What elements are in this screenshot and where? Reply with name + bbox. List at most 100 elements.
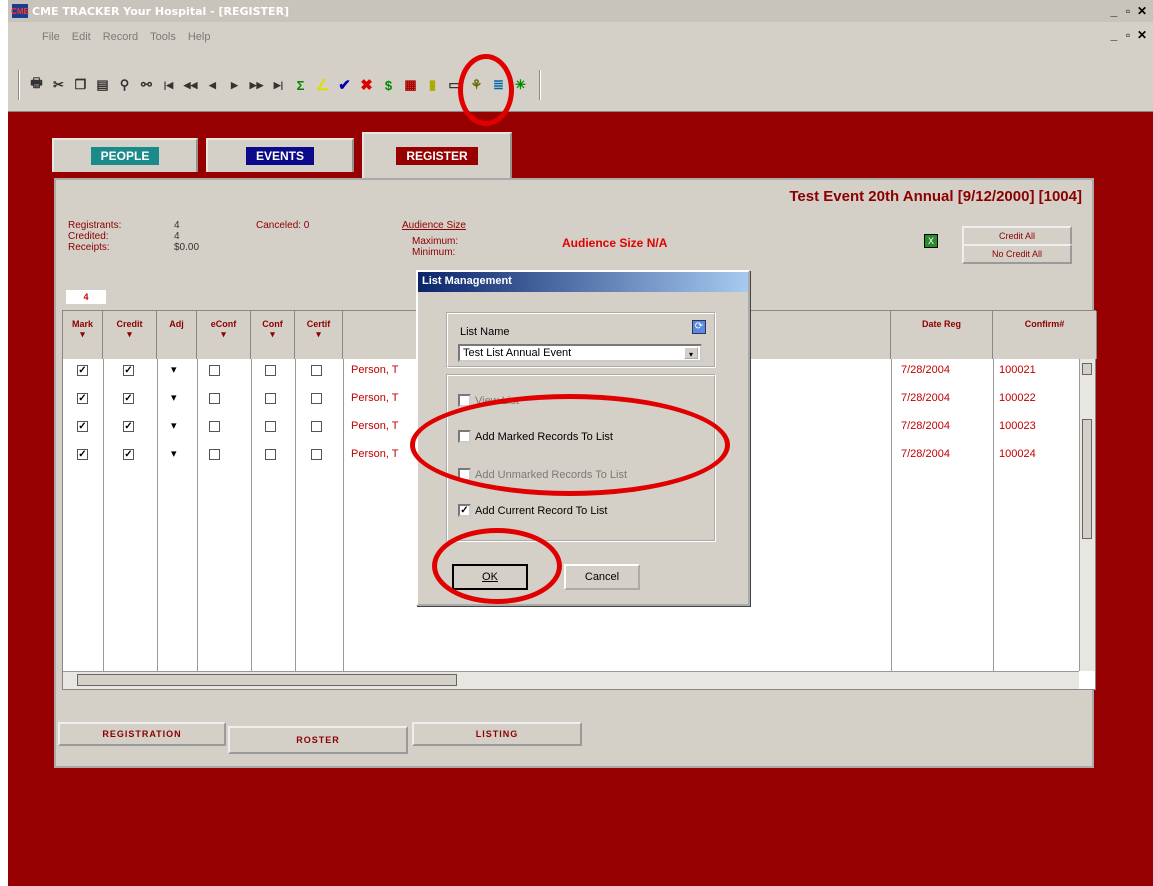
col-confirm[interactable]: Confirm# xyxy=(993,311,1097,359)
excel-icon[interactable]: X xyxy=(924,234,938,248)
menu-help[interactable]: Help xyxy=(188,31,211,43)
econf-checkbox[interactable] xyxy=(209,393,220,404)
vertical-scrollbar[interactable] xyxy=(1079,359,1095,671)
credit-checkbox[interactable]: ✓ xyxy=(123,421,134,432)
certif-checkbox[interactable] xyxy=(311,365,322,376)
chevron-down-icon[interactable]: ▾ xyxy=(684,347,698,359)
tab-events[interactable]: EVENTS xyxy=(206,138,354,172)
mark-checkbox[interactable]: ✓ xyxy=(77,393,88,404)
certif-checkbox[interactable] xyxy=(311,449,322,460)
last-record-icon[interactable]: ▶| xyxy=(269,75,288,95)
dollar-icon[interactable]: $ xyxy=(379,75,398,95)
cancel-button[interactable]: Cancel xyxy=(564,564,640,590)
prev-record-icon[interactable]: ◀ xyxy=(203,75,222,95)
credit-checkbox[interactable]: ✓ xyxy=(123,449,134,460)
col-date-reg[interactable]: Date Reg xyxy=(891,311,993,359)
receipts-value: $0.00 xyxy=(174,242,200,253)
menu-tools[interactable]: Tools xyxy=(150,31,176,43)
calculator-icon[interactable]: ▦ xyxy=(401,75,420,95)
tab-register[interactable]: REGISTER xyxy=(362,132,512,178)
mdi-restore-button[interactable]: ▫ xyxy=(1121,28,1135,42)
tab-people[interactable]: PEOPLE xyxy=(52,138,198,172)
document-icon[interactable]: ▮ xyxy=(423,75,442,95)
certif-checkbox[interactable] xyxy=(311,421,322,432)
col-mark[interactable]: Mark ▾ xyxy=(63,311,103,359)
conf-checkbox[interactable] xyxy=(265,421,276,432)
checkmark-icon[interactable]: ✔ xyxy=(335,75,354,95)
certif-checkbox[interactable] xyxy=(311,393,322,404)
close-button[interactable]: ✕ xyxy=(1135,4,1149,18)
add-unmarked-checkbox[interactable] xyxy=(458,468,471,481)
print-icon[interactable]: 🖶 xyxy=(27,75,46,95)
view-list-checkbox[interactable] xyxy=(458,394,471,407)
date-reg: 7/28/2004 xyxy=(901,392,950,404)
mdi-minimize-button[interactable]: _ xyxy=(1107,28,1121,42)
find-icon[interactable]: ⚲ xyxy=(115,75,134,95)
prev-page-icon[interactable]: ◀◀ xyxy=(181,75,200,95)
tab-registration[interactable]: REGISTRATION xyxy=(58,722,226,746)
tree-icon[interactable]: ⚘ xyxy=(467,75,486,95)
find-replace-icon[interactable]: ⚯ xyxy=(137,75,156,95)
mark-checkbox[interactable]: ✓ xyxy=(77,421,88,432)
col-adj[interactable]: Adj xyxy=(157,311,197,359)
no-credit-all-button[interactable]: No Credit All xyxy=(962,244,1072,264)
mdi-controls: _ ▫ ✕ xyxy=(1107,28,1149,42)
bar-icon[interactable]: ≣ xyxy=(489,75,508,95)
minimize-button[interactable]: _ xyxy=(1107,4,1121,18)
add-current-checkbox[interactable]: ✓ xyxy=(458,504,471,517)
menu-record[interactable]: Record xyxy=(103,31,138,43)
mark-checkbox[interactable]: ✓ xyxy=(77,365,88,376)
next-record-icon[interactable]: ▶ xyxy=(225,75,244,95)
credit-all-button[interactable]: Credit All xyxy=(962,226,1072,246)
confirm-number: 100022 xyxy=(999,392,1036,404)
first-record-icon[interactable]: |◀ xyxy=(159,75,178,95)
conf-checkbox[interactable] xyxy=(265,449,276,460)
toolbar-buttons: 🖶 ✂ ❐ ▤ ⚲ ⚯ |◀ ◀◀ ◀ ▶ ▶▶ ▶| Σ ∠ ✔ ✖ $ ▦ … xyxy=(18,70,545,100)
view-list-option[interactable]: View List xyxy=(458,394,519,407)
add-marked-option[interactable]: Add Marked Records To List xyxy=(458,430,613,443)
delete-icon[interactable]: ✖ xyxy=(357,75,376,95)
restore-button[interactable]: ▫ xyxy=(1121,4,1135,18)
ok-button[interactable]: OK xyxy=(452,564,528,590)
card-icon[interactable]: ▭ xyxy=(445,75,464,95)
paste-icon[interactable]: ▤ xyxy=(93,75,112,95)
menu-bar: File Edit Record Tools Help _ ▫ ✕ xyxy=(8,22,1153,52)
sigma-icon[interactable]: Σ xyxy=(291,75,310,95)
conf-checkbox[interactable] xyxy=(265,365,276,376)
adj-dropdown[interactable]: ▾ xyxy=(171,391,177,404)
toolbar-grip xyxy=(18,70,20,100)
menu-edit[interactable]: Edit xyxy=(72,31,91,43)
list-name-select[interactable]: Test List Annual Event ▾ xyxy=(458,344,702,362)
econf-checkbox[interactable] xyxy=(209,421,220,432)
col-conf[interactable]: Conf ▾ xyxy=(251,311,295,359)
col-credit[interactable]: Credit ▾ xyxy=(103,311,157,359)
econf-checkbox[interactable] xyxy=(209,365,220,376)
credit-checkbox[interactable]: ✓ xyxy=(123,365,134,376)
refresh-list-icon[interactable]: ⟳ xyxy=(692,320,706,334)
cut-icon[interactable]: ✂ xyxy=(49,75,68,95)
add-marked-label: Add Marked Records To List xyxy=(475,430,613,443)
add-unmarked-option[interactable]: Add Unmarked Records To List xyxy=(458,468,627,481)
econf-checkbox[interactable] xyxy=(209,449,220,460)
col-certif[interactable]: Certif ▾ xyxy=(295,311,343,359)
tab-listing[interactable]: LISTING xyxy=(412,722,582,746)
tab-roster[interactable]: ROSTER xyxy=(228,726,408,754)
add-current-option[interactable]: ✓ Add Current Record To List xyxy=(458,504,607,517)
add-marked-checkbox[interactable] xyxy=(458,430,471,443)
audience-size-link[interactable]: Audience Size xyxy=(402,220,466,231)
mdi-close-button[interactable]: ✕ xyxy=(1135,28,1149,42)
conf-checkbox[interactable] xyxy=(265,393,276,404)
col-econf[interactable]: eConf ▾ xyxy=(197,311,251,359)
cross-icon[interactable]: ✳ xyxy=(511,75,530,95)
adj-dropdown[interactable]: ▾ xyxy=(171,419,177,432)
menu-file[interactable]: File xyxy=(42,31,60,43)
credit-checkbox[interactable]: ✓ xyxy=(123,393,134,404)
horizontal-scrollbar[interactable] xyxy=(63,671,1079,689)
list-management-icon[interactable]: ∠ xyxy=(313,75,332,95)
next-page-icon[interactable]: ▶▶ xyxy=(247,75,266,95)
mark-checkbox[interactable]: ✓ xyxy=(77,449,88,460)
copy-icon[interactable]: ❐ xyxy=(71,75,90,95)
adj-dropdown[interactable]: ▾ xyxy=(171,447,177,460)
list-name-label: List Name xyxy=(460,326,510,338)
adj-dropdown[interactable]: ▾ xyxy=(171,363,177,376)
